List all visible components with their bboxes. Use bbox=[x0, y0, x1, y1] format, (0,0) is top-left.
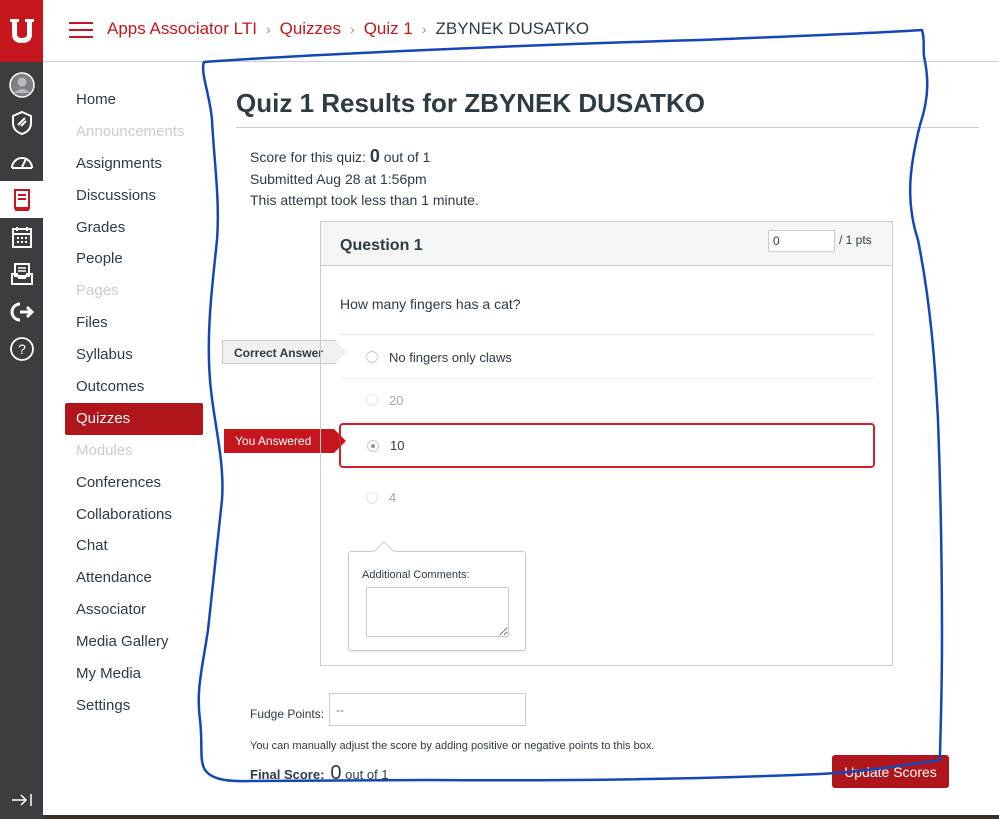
submitted-text: Submitted Aug 28 at 1:56pm bbox=[250, 170, 427, 187]
course-nav-people[interactable]: People bbox=[65, 243, 203, 275]
inbox-icon[interactable] bbox=[0, 255, 43, 292]
answer-label: 10 bbox=[390, 438, 405, 453]
course-nav-media-gallery[interactable]: Media Gallery bbox=[65, 626, 203, 658]
score-value: 0 bbox=[369, 146, 380, 166]
course-nav-settings[interactable]: Settings bbox=[65, 690, 203, 722]
course-nav-grades[interactable]: Grades bbox=[65, 212, 203, 244]
score-suffix: out of 1 bbox=[379, 149, 431, 165]
admin-shield-icon[interactable] bbox=[0, 104, 43, 141]
breadcrumb-current: ZBYNEK DUSATKO bbox=[435, 19, 590, 38]
additional-comments-box: Additional Comments: bbox=[348, 551, 526, 651]
bottom-strip bbox=[43, 815, 999, 819]
course-nav-my-media[interactable]: My Media bbox=[65, 658, 203, 690]
question-points-input[interactable] bbox=[768, 230, 835, 252]
account-icon[interactable] bbox=[0, 66, 43, 103]
course-nav-pages: Pages bbox=[76, 282, 119, 300]
fudge-points-input[interactable] bbox=[329, 693, 526, 726]
score-label: Score for this quiz: bbox=[250, 149, 370, 165]
final-score-suffix: out of 1 bbox=[341, 767, 389, 782]
update-scores-button[interactable]: Update Scores bbox=[832, 755, 949, 788]
final-score: Final Score: 0 out of 1 bbox=[250, 762, 389, 785]
fudge-help-text: You can manually adjust the score by add… bbox=[250, 740, 655, 752]
commons-arrow-icon[interactable] bbox=[0, 293, 43, 330]
answer-option: No fingers only claws bbox=[340, 336, 875, 379]
chevron-right-icon: › bbox=[265, 21, 271, 37]
svg-text:?: ? bbox=[18, 341, 26, 357]
correct-answer-flag: Correct Answer bbox=[222, 340, 347, 364]
title-divider bbox=[236, 127, 979, 128]
course-nav-syllabus[interactable]: Syllabus bbox=[65, 339, 203, 371]
course-nav-attendance[interactable]: Attendance bbox=[65, 562, 203, 594]
page-header: Apps Associator LTI › Quizzes › Quiz 1 ›… bbox=[43, 0, 999, 62]
answer-option-selected: 10 bbox=[339, 423, 875, 468]
quiz-summary: Score for this quiz: 0 out of 1 Submitte… bbox=[250, 146, 479, 212]
radio-button-selected bbox=[367, 439, 379, 452]
course-nav-conferences[interactable]: Conferences bbox=[65, 467, 203, 499]
answer-option: 4 bbox=[340, 476, 875, 519]
course-nav-assignments[interactable]: Assignments bbox=[65, 148, 203, 180]
question-title: Question 1 bbox=[340, 237, 423, 254]
breadcrumb-quizzes[interactable]: Quizzes bbox=[280, 19, 341, 39]
collapse-nav-icon[interactable] bbox=[0, 785, 43, 815]
score-line: Score for this quiz: 0 out of 1 bbox=[250, 146, 479, 169]
course-nav-home[interactable]: Home bbox=[65, 84, 203, 116]
answer-option: 20 bbox=[340, 379, 875, 422]
university-logo[interactable] bbox=[0, 0, 43, 62]
comments-label: Additional Comments: bbox=[362, 569, 470, 581]
breadcrumb-course[interactable]: Apps Associator LTI bbox=[107, 19, 257, 39]
radio-button bbox=[366, 351, 378, 363]
course-nav-quizzes[interactable]: Quizzes bbox=[65, 402, 203, 435]
final-score-label: Final Score: bbox=[250, 767, 325, 782]
question-text: How many fingers has a cat? bbox=[340, 296, 521, 312]
comments-textarea[interactable] bbox=[366, 587, 509, 637]
page-title: Quiz 1 Results for ZBYNEK DUSATKO bbox=[236, 88, 706, 118]
chevron-right-icon: › bbox=[421, 21, 427, 37]
course-nav-files[interactable]: Files bbox=[65, 307, 203, 339]
global-nav: ? bbox=[0, 0, 43, 819]
courses-icon[interactable] bbox=[0, 181, 43, 218]
answer-label: 20 bbox=[389, 392, 404, 408]
calendar-icon[interactable] bbox=[0, 218, 43, 255]
you-answered-flag: You Answered bbox=[224, 429, 346, 453]
radio-button bbox=[366, 491, 378, 504]
duration-text: This attempt took less than 1 minute. bbox=[250, 192, 479, 208]
course-nav-outcomes[interactable]: Outcomes bbox=[65, 371, 203, 403]
dashboard-icon[interactable] bbox=[0, 142, 43, 179]
course-nav-associator[interactable]: Associator bbox=[65, 594, 203, 626]
breadcrumb-quiz[interactable]: Quiz 1 bbox=[364, 19, 413, 39]
question-header: Question 1 / 1 pts bbox=[321, 222, 892, 266]
question-divider bbox=[340, 334, 875, 335]
course-nav: Home Announcements Assignments Discussio… bbox=[65, 84, 203, 722]
radio-button bbox=[366, 394, 378, 406]
course-nav-collaborations[interactable]: Collaborations bbox=[65, 499, 203, 531]
course-nav-modules: Modules bbox=[76, 441, 133, 459]
final-score-value: 0 bbox=[330, 762, 342, 784]
chevron-right-icon: › bbox=[350, 21, 355, 37]
hamburger-menu-icon[interactable] bbox=[69, 22, 93, 40]
course-nav-announcements: Announcements bbox=[76, 122, 185, 140]
course-nav-chat[interactable]: Chat bbox=[65, 530, 203, 562]
answer-label: No fingers only claws bbox=[389, 349, 512, 365]
question-points-total: / 1 pts bbox=[839, 233, 872, 247]
answer-label: 4 bbox=[389, 490, 397, 505]
fudge-points-label: Fudge Points: bbox=[250, 707, 325, 721]
breadcrumb: Apps Associator LTI › Quizzes › Quiz 1 ›… bbox=[107, 19, 589, 39]
help-icon[interactable]: ? bbox=[0, 330, 43, 367]
course-nav-discussions[interactable]: Discussions bbox=[65, 180, 203, 212]
